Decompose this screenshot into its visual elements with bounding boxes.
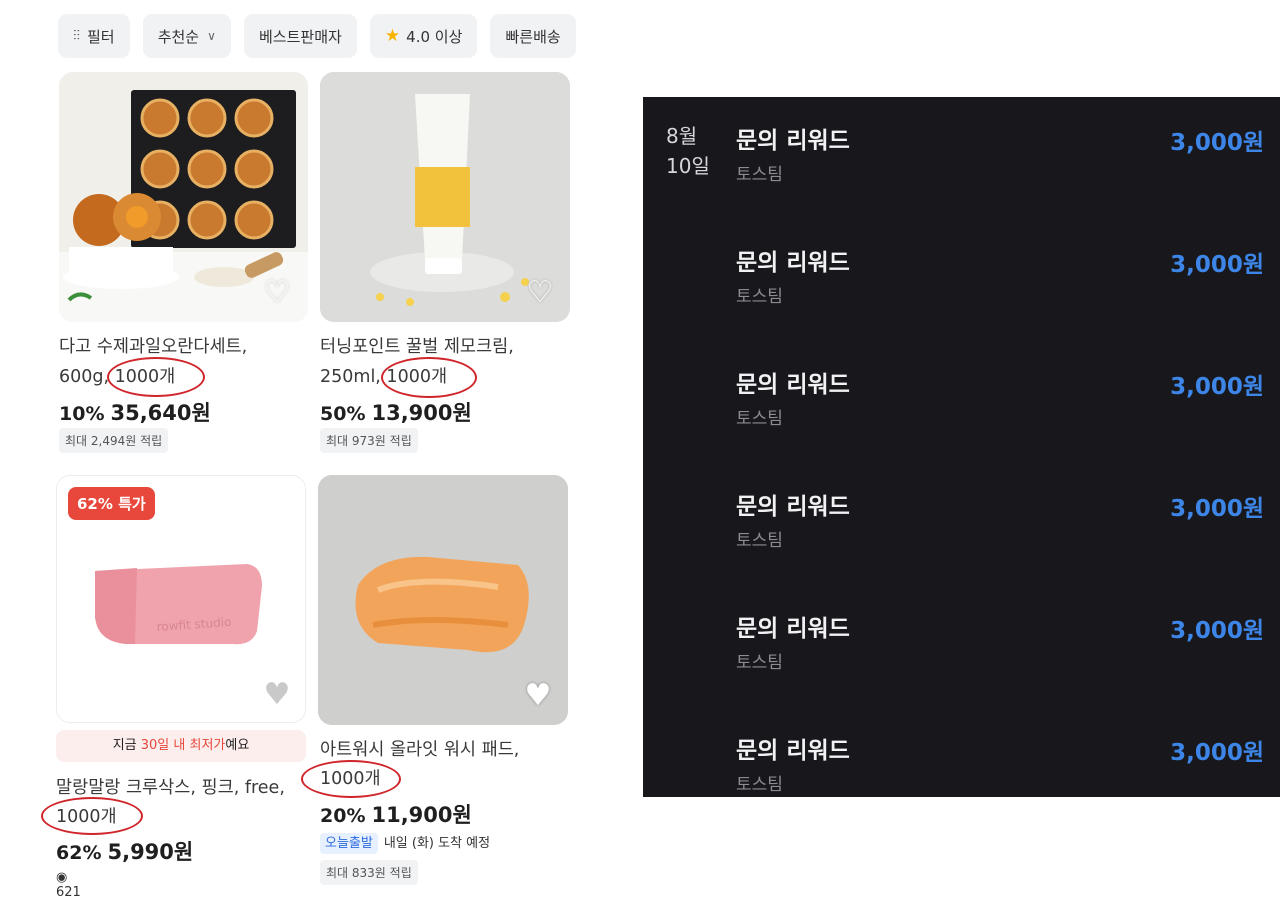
reward-title: 문의 리워드 — [736, 128, 850, 154]
best-seller-chip-label: 베스트판매자 — [259, 27, 342, 46]
product-price-row: 10% 35,640원 — [59, 397, 211, 427]
annotation-circle — [381, 357, 477, 398]
reward-amount: 3,000원 — [1170, 130, 1264, 156]
discount-rate: 50% — [320, 403, 366, 425]
sale-price: 5,990원 — [107, 840, 194, 864]
reward-badge: 최대 2,494원 적립 — [59, 428, 169, 453]
heart-icon[interactable]: ♥ — [260, 678, 294, 712]
reward-source: 토스팀 — [736, 775, 783, 795]
eye-icon: ◉ — [56, 870, 68, 885]
delivery-info: 오늘출발 내일 (화) 도착 예정 — [320, 832, 491, 854]
filter-chip-label: 필터 — [87, 27, 115, 46]
sale-price: 35,640원 — [110, 401, 211, 425]
special-deal-badge: 62% 특가 — [68, 487, 155, 520]
sort-chip[interactable]: 추천순 ∨ — [142, 14, 231, 58]
product-price-row: 62% 5,990원 — [56, 836, 193, 866]
star-icon: ★ — [384, 26, 401, 46]
reward-amount: 3,000원 — [1170, 496, 1264, 522]
rating-chip-label: 4.0 이상 — [406, 27, 463, 46]
reward-title: 문의 리워드 — [736, 372, 850, 398]
reward-amount: 3,000원 — [1170, 618, 1264, 644]
sale-price: 13,900원 — [371, 401, 472, 425]
heart-icon[interactable]: ♥ — [521, 679, 555, 713]
heart-icon[interactable]: ♡ — [260, 276, 294, 310]
discount-rate: 10% — [59, 403, 105, 425]
product-image-pad: ♥ — [318, 475, 568, 725]
filter-chip[interactable]: ⫶⫶ 필터 — [58, 14, 130, 58]
fast-delivery-chip[interactable]: 빠른배송 — [490, 14, 576, 58]
sale-price: 11,900원 — [371, 803, 472, 827]
annotation-circle — [301, 760, 401, 798]
lowest-price-banner: 지금 30일 내 최저가예요 — [56, 730, 306, 762]
sort-chip-label: 추천순 — [157, 27, 200, 46]
discount-rate: 20% — [320, 805, 366, 827]
reward-source: 토스팀 — [736, 287, 783, 307]
lowest-price-prefix: 지금 — [112, 738, 141, 753]
reward-title: 문의 리워드 — [736, 738, 850, 764]
today-ship-tag: 오늘출발 — [320, 833, 378, 854]
product-image-socks: rowfit studio 62% 특가 ♥ — [56, 475, 306, 723]
product-price-row: 50% 13,900원 — [320, 397, 472, 427]
chevron-down-icon: ∨ — [207, 29, 216, 43]
reward-row[interactable]: 문의 리워드 토스팀 3,000원 — [643, 219, 1280, 319]
reward-history-panel: 8월 10일 문의 리워드 토스팀 3,000원 문의 리워드 토스팀 3,00… — [643, 97, 1280, 797]
heart-icon[interactable]: ♡ — [523, 276, 557, 310]
filter-chip-bar: ⫶⫶ 필터 추천순 ∨ 베스트판매자 ★ 4.0 이상 빠른배송 — [58, 14, 586, 58]
reward-source: 토스팀 — [736, 165, 783, 185]
reward-amount: 3,000원 — [1170, 374, 1264, 400]
product-image-sweets: ♡ — [59, 72, 308, 322]
reward-title: 문의 리워드 — [736, 494, 850, 520]
annotation-circle — [41, 797, 143, 835]
reward-badge: 최대 973원 적립 — [320, 428, 418, 453]
reward-title: 문의 리워드 — [736, 250, 850, 276]
arrival-text: 내일 (화) 도착 예정 — [383, 836, 491, 851]
reward-source: 토스팀 — [736, 531, 783, 551]
reward-row[interactable]: 문의 리워드 토스팀 3,000원 — [643, 463, 1280, 563]
reward-title: 문의 리워드 — [736, 616, 850, 642]
filter-sliders-icon: ⫶⫶ — [73, 28, 80, 44]
best-seller-chip[interactable]: 베스트판매자 — [244, 14, 357, 58]
rating-chip[interactable]: ★ 4.0 이상 — [369, 14, 478, 58]
reward-row[interactable]: 문의 리워드 토스팀 3,000원 — [643, 585, 1280, 685]
discount-rate: 62% — [56, 842, 102, 864]
product-price-row: 20% 11,900원 — [320, 799, 472, 829]
reward-row[interactable]: 문의 리워드 토스팀 3,000원 — [643, 707, 1280, 797]
view-count: ◉ 621명 — [56, 870, 81, 898]
reward-source: 토스팀 — [736, 409, 783, 429]
fast-delivery-chip-label: 빠른배송 — [505, 27, 561, 46]
reward-source: 토스팀 — [736, 653, 783, 673]
lowest-price-suffix: 예요 — [225, 738, 250, 753]
reward-row[interactable]: 문의 리워드 토스팀 3,000원 — [643, 97, 1280, 197]
shopping-results: ⫶⫶ 필터 추천순 ∨ 베스트판매자 ★ 4.0 이상 빠른배송 ♡ 다고 수제… — [0, 0, 590, 898]
reward-row[interactable]: 문의 리워드 토스팀 3,000원 — [643, 341, 1280, 441]
lowest-price-highlight: 30일 내 최저가 — [140, 738, 226, 753]
reward-badge: 최대 833원 적립 — [320, 860, 418, 885]
reward-amount: 3,000원 — [1170, 252, 1264, 278]
reward-amount: 3,000원 — [1170, 740, 1264, 766]
product-image-cream: ♡ — [320, 72, 570, 322]
annotation-circle — [107, 357, 205, 397]
view-count-text: 621명 — [56, 885, 81, 898]
